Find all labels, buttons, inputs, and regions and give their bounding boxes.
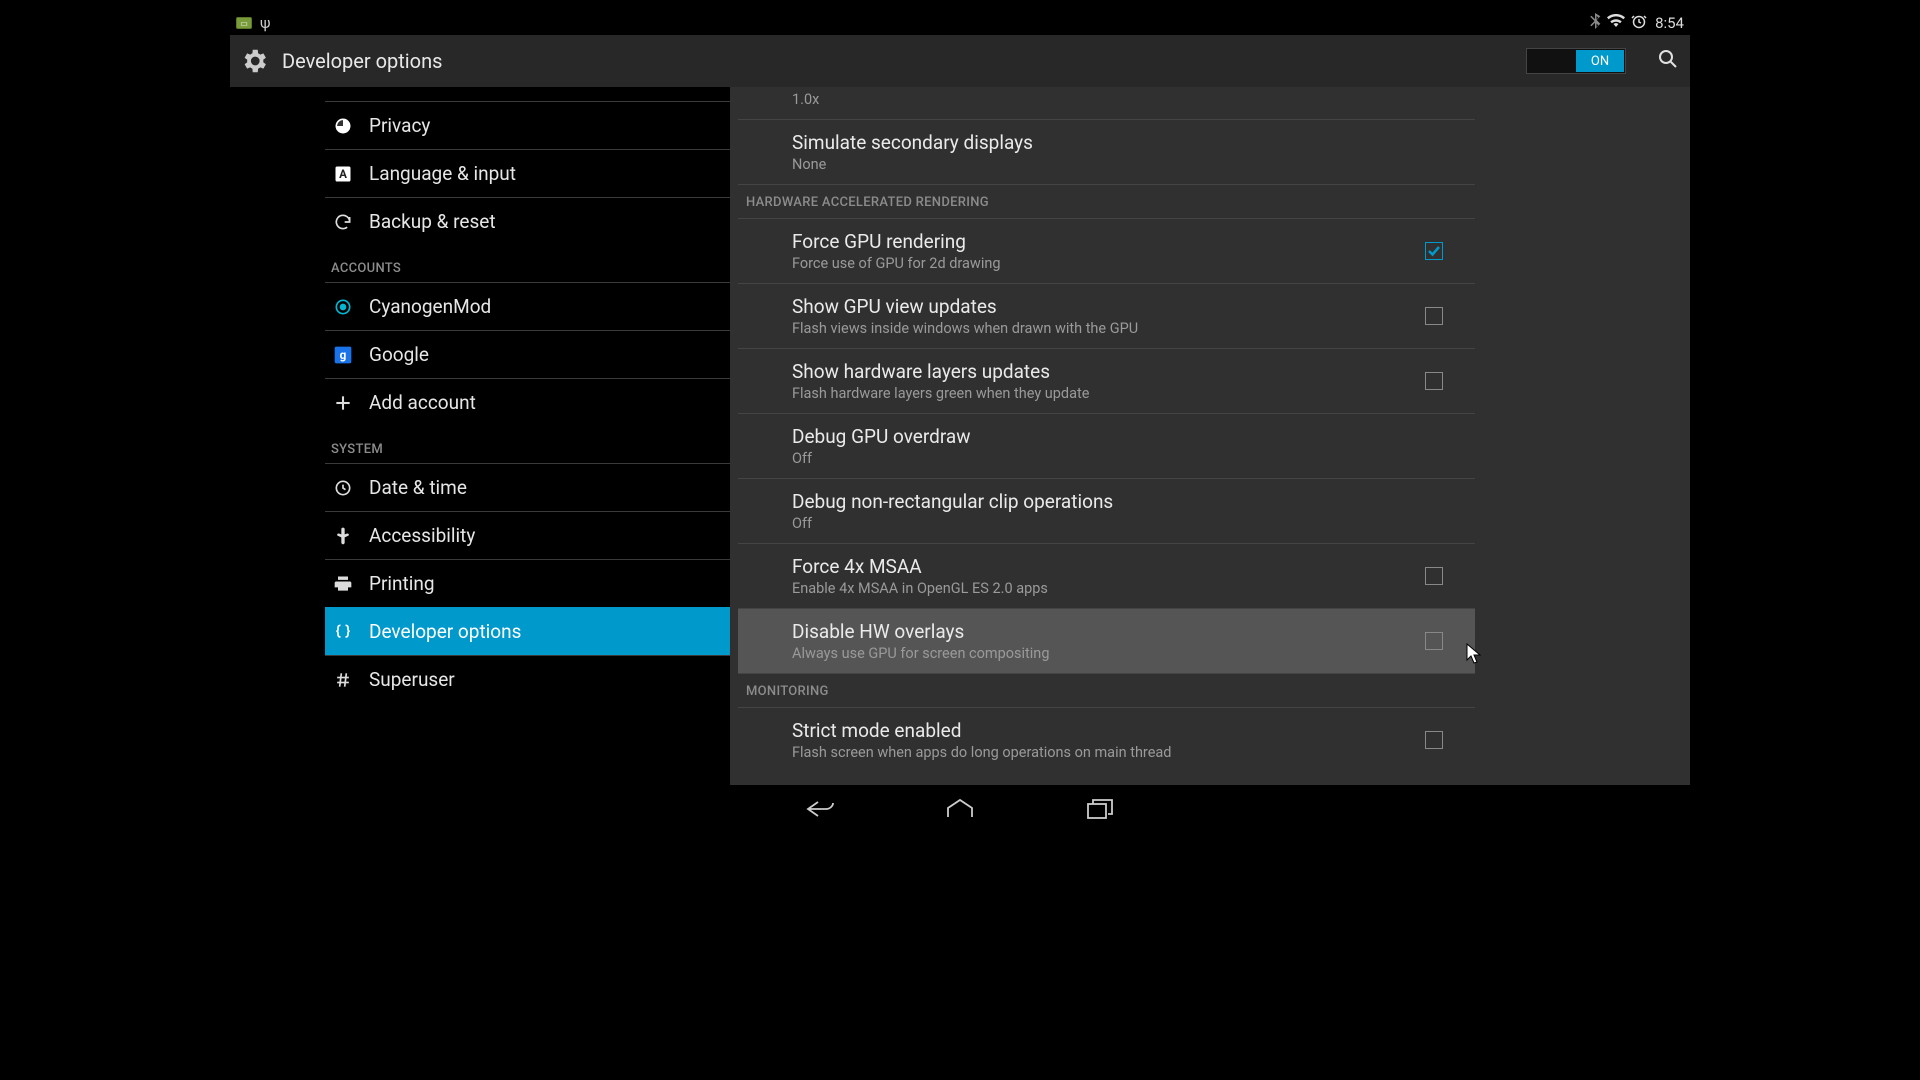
nav-home-button[interactable]: [940, 794, 980, 824]
sidebar-item-date-time[interactable]: Date & time: [325, 463, 730, 511]
nav-back-button[interactable]: [800, 794, 840, 824]
sidebar-item-label: Superuser: [369, 668, 455, 691]
sidebar-item-superuser[interactable]: Superuser: [325, 655, 730, 703]
sidebar-item-add-account[interactable]: Add account: [325, 378, 730, 426]
sidebar-item-accessibility[interactable]: Accessibility: [325, 511, 730, 559]
sidebar-item-label: Backup & reset: [369, 210, 496, 233]
setting-title: Show GPU view updates: [792, 295, 1138, 318]
setting-sub: Enable 4x MSAA in OpenGL ES 2.0 apps: [792, 580, 1048, 597]
setting-value: 1.0x: [792, 91, 819, 108]
setting-animator-scale[interactable]: 1.0x: [738, 87, 1475, 120]
setting-debug-non-rect-clip[interactable]: Debug non-rectangular clip operations Of…: [738, 479, 1475, 544]
sidebar-section-system: System: [325, 426, 730, 463]
cyanogen-icon: [331, 295, 355, 319]
navigation-bar: [230, 785, 1690, 833]
setting-value: Off: [792, 515, 1113, 532]
sidebar-item-label: Accessibility: [369, 524, 475, 547]
setting-sub: Always use GPU for screen compositing: [792, 645, 1049, 662]
setting-simulate-displays[interactable]: Simulate secondary displays None: [738, 120, 1475, 185]
setting-sub: Force use of GPU for 2d drawing: [792, 255, 1001, 272]
sidebar-item-privacy[interactable]: Privacy: [325, 101, 730, 149]
svg-text:g: g: [340, 348, 347, 362]
alarm-icon: [1631, 13, 1647, 33]
google-icon: g: [331, 343, 355, 367]
sidebar-item-language[interactable]: A Language & input: [325, 149, 730, 197]
braces-icon: [331, 620, 355, 644]
sidebar-item-label: CyanogenMod: [369, 295, 491, 318]
add-icon: [331, 391, 355, 415]
sidebar-item-backup[interactable]: Backup & reset: [325, 197, 730, 245]
setting-force-gpu-rendering[interactable]: Force GPU rendering Force use of GPU for…: [738, 219, 1475, 284]
checkbox-icon[interactable]: [1425, 307, 1443, 325]
section-monitoring: Monitoring: [738, 674, 1475, 708]
checkbox-icon[interactable]: [1425, 242, 1443, 260]
sidebar-item-label: Privacy: [369, 114, 430, 137]
toggle-on-label: ON: [1576, 50, 1624, 72]
setting-force-4x-msaa[interactable]: Force 4x MSAA Enable 4x MSAA in OpenGL E…: [738, 544, 1475, 609]
backup-icon: [331, 210, 355, 234]
setting-title: Force 4x MSAA: [792, 555, 1048, 578]
setting-sub: Flash views inside windows when drawn wi…: [792, 320, 1138, 337]
bluetooth-icon: [1589, 13, 1601, 33]
detail-panel: 1.0x Simulate secondary displays None Ha…: [730, 87, 1690, 785]
setting-value: None: [792, 156, 1033, 173]
checkbox-icon[interactable]: [1425, 372, 1443, 390]
language-icon: A: [331, 162, 355, 186]
setting-debug-gpu-overdraw[interactable]: Debug GPU overdraw Off: [738, 414, 1475, 479]
svg-text:A: A: [339, 167, 347, 181]
sidebar-item-label: Add account: [369, 391, 476, 414]
checkbox-icon[interactable]: [1425, 731, 1443, 749]
setting-show-hw-layers-updates[interactable]: Show hardware layers updates Flash hardw…: [738, 349, 1475, 414]
setting-title: Debug non-rectangular clip operations: [792, 490, 1113, 513]
hash-icon: [331, 668, 355, 692]
nav-recent-button[interactable]: [1080, 794, 1120, 824]
sidebar-item-label: Language & input: [369, 162, 516, 185]
clock-icon: [331, 476, 355, 500]
setting-title: Disable HW overlays: [792, 620, 1049, 643]
usb-icon: ψ: [260, 14, 271, 32]
sidebar-item-printing[interactable]: Printing: [325, 559, 730, 607]
setting-sub: Flash hardware layers green when they up…: [792, 385, 1089, 402]
status-bar: ▭ ψ 8:54: [230, 11, 1690, 35]
sidebar-item-label: Printing: [369, 572, 435, 595]
action-bar: Developer options ON: [230, 35, 1690, 87]
status-time: 8:54: [1655, 14, 1684, 32]
setting-title: Show hardware layers updates: [792, 360, 1089, 383]
setting-title: Debug GPU overdraw: [792, 425, 971, 448]
search-icon[interactable]: [1656, 47, 1680, 75]
sidebar-item-label: Developer options: [369, 620, 521, 643]
setting-sub: Flash screen when apps do long operation…: [792, 744, 1171, 761]
setting-disable-hw-overlays[interactable]: Disable HW overlays Always use GPU for s…: [738, 609, 1475, 674]
settings-sidebar: Privacy A Language & input Backup & rese…: [230, 87, 730, 785]
print-icon: [331, 572, 355, 596]
checkbox-icon[interactable]: [1425, 567, 1443, 585]
setting-title: Simulate secondary displays: [792, 131, 1033, 154]
sidebar-item-google[interactable]: g Google: [325, 330, 730, 378]
checkbox-icon[interactable]: [1425, 632, 1443, 650]
sd-card-icon: ▭: [236, 17, 252, 29]
sidebar-item-label: Date & time: [369, 476, 467, 499]
sidebar-item-developer-options[interactable]: Developer options: [325, 607, 730, 655]
page-title: Developer options: [282, 49, 442, 73]
setting-show-gpu-view-updates[interactable]: Show GPU view updates Flash views inside…: [738, 284, 1475, 349]
section-hw-rendering: Hardware accelerated rendering: [738, 185, 1475, 219]
sidebar-section-accounts: Accounts: [325, 245, 730, 282]
setting-title: Force GPU rendering: [792, 230, 1001, 253]
settings-gear-icon: [236, 43, 272, 79]
hand-icon: [331, 524, 355, 548]
sidebar-item-label: Google: [369, 343, 429, 366]
developer-options-toggle[interactable]: ON: [1526, 48, 1626, 74]
privacy-icon: [331, 114, 355, 138]
setting-strict-mode[interactable]: Strict mode enabled Flash screen when ap…: [738, 708, 1475, 772]
setting-value: Off: [792, 450, 971, 467]
wifi-icon: [1607, 14, 1625, 32]
setting-title: Strict mode enabled: [792, 719, 1171, 742]
sidebar-item-cyanogenmod[interactable]: CyanogenMod: [325, 282, 730, 330]
